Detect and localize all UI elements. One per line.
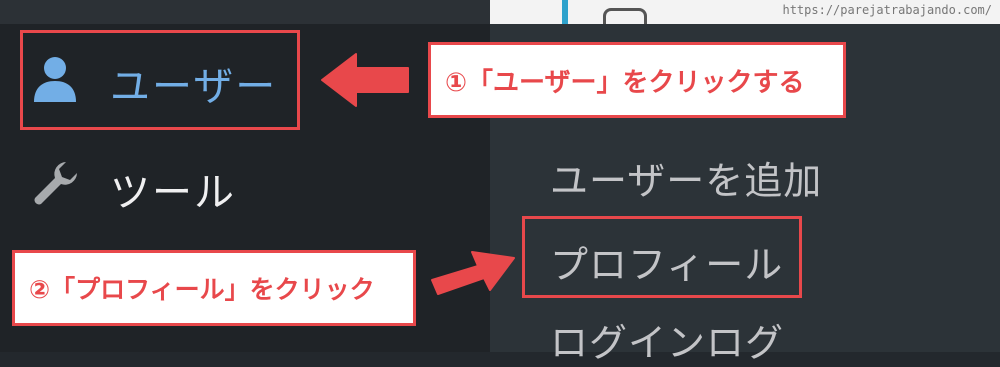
step2-callout: ②「プロフィール」をクリック [12, 250, 416, 326]
submenu-item-add-user[interactable]: ユーザーを追加 [550, 150, 822, 205]
sidebar-item-tools[interactable]: ツール [22, 140, 296, 230]
submenu-item-login-log[interactable]: ログインログ [550, 312, 784, 367]
sidebar-item-users[interactable]: ユーザー [22, 32, 296, 128]
user-icon [34, 57, 76, 102]
sidebar-item-label: ツール [110, 170, 236, 216]
sidebar-item-label: ユーザー [110, 64, 278, 110]
site-url-watermark: https://parejatrabajando.com/ [782, 3, 992, 17]
arrow-left-icon [321, 53, 409, 107]
content-accent-strip [562, 0, 568, 24]
wrench-icon [34, 162, 77, 205]
arrow-up-right-icon [431, 251, 515, 295]
step1-callout: ①「ユーザー」をクリックする [428, 42, 846, 118]
submenu-item-profile[interactable]: プロフィール [550, 234, 783, 289]
